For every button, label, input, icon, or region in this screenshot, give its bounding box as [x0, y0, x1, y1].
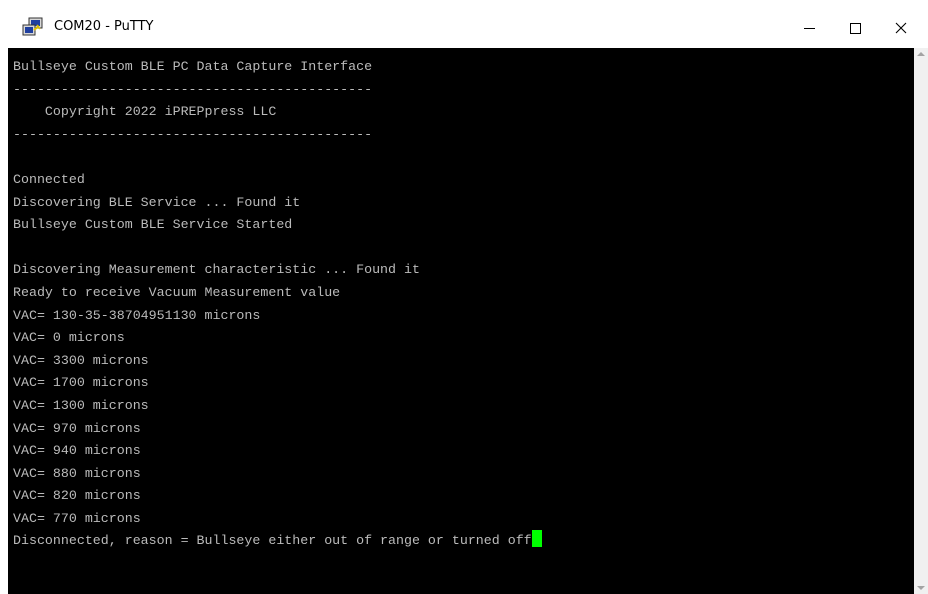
maximize-button[interactable] [832, 8, 878, 48]
terminal-line: Discovering BLE Service ... Found it [13, 194, 301, 210]
terminal-line: Bullseye Custom BLE Service Started [13, 217, 293, 233]
terminal-line: VAC= 970 microns [13, 420, 141, 436]
scroll-up-arrow-icon[interactable] [917, 52, 925, 56]
window-title: COM20 - PuTTY [54, 19, 154, 34]
terminal-line: Bullseye Custom BLE PC Data Capture Inte… [13, 59, 373, 74]
terminal-last-line: Disconnected, reason = Bullseye either o… [13, 530, 542, 553]
putty-icon[interactable] [22, 17, 44, 37]
vertical-scrollbar[interactable] [914, 48, 928, 594]
terminal-output: Bullseye Custom BLE PC Data Capture Inte… [13, 56, 542, 553]
terminal-line: VAC= 1300 microns [13, 397, 149, 413]
terminal-area[interactable]: Bullseye Custom BLE PC Data Capture Inte… [8, 48, 914, 594]
disconnected-message: Disconnected, reason = Bullseye either o… [13, 533, 532, 549]
minimize-button[interactable] [786, 8, 832, 48]
putty-window: COM20 - PuTTY Bullseye Custom BLE PC Dat… [8, 8, 928, 594]
terminal-line: VAC= 940 microns [13, 443, 141, 459]
close-icon [895, 22, 907, 34]
minimize-icon [803, 27, 815, 29]
scroll-down-arrow-icon[interactable] [917, 586, 925, 590]
title-bar[interactable]: COM20 - PuTTY [8, 8, 928, 48]
terminal-line: VAC= 0 microns [13, 330, 125, 346]
terminal-line: VAC= 820 microns [13, 488, 141, 504]
terminal-cursor [531, 530, 542, 548]
terminal-line: VAC= 880 microns [13, 465, 141, 481]
close-button[interactable] [878, 8, 924, 48]
terminal-line: Ready to receive Vacuum Measurement valu… [13, 284, 341, 300]
terminal-line: VAC= 1700 microns [13, 375, 149, 391]
terminal-line: VAC= 770 microns [13, 510, 141, 526]
terminal-line: Connected [13, 171, 85, 187]
terminal-line: VAC= 3300 microns [13, 352, 149, 368]
maximize-icon [849, 22, 861, 34]
terminal-line: ----------------------------------------… [13, 126, 373, 142]
terminal-line: VAC= 130-35-38704951130 microns [13, 307, 261, 323]
terminal-line: ----------------------------------------… [13, 81, 373, 97]
terminal-line: Copyright 2022 iPREPpress LLC [13, 104, 277, 120]
terminal-line: Discovering Measurement characteristic .… [13, 262, 420, 278]
